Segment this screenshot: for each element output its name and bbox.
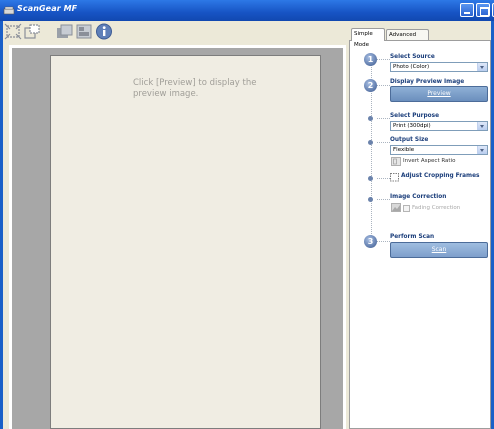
zoom-icon[interactable]: [56, 23, 74, 40]
window-title: ScanGear MF: [17, 4, 78, 13]
preview-paper[interactable]: Click [Preview] to display the preview i…: [50, 55, 321, 429]
scangear-window: ScanGear MF Click [Preview] to display t…: [0, 0, 494, 429]
preview-hint: Click [Preview] to display the preview i…: [133, 78, 257, 99]
fading-correction-checkbox[interactable]: [403, 205, 410, 212]
display-preview-label: Display Preview Image: [390, 79, 465, 85]
step-link: [377, 118, 390, 119]
preview-toolbar: [3, 21, 347, 43]
fading-correction-icon: [391, 203, 401, 212]
select-source-label: Select Source: [390, 54, 435, 60]
output-size-value: Flexible: [393, 147, 415, 153]
preview-area[interactable]: Click [Preview] to display the preview i…: [9, 45, 346, 429]
tab-advanced-mode[interactable]: Advanced Mode: [386, 29, 429, 49]
chevron-down-icon[interactable]: [477, 146, 487, 154]
select-source-dropdown[interactable]: Photo (Color): [390, 62, 488, 72]
preview-background: Click [Preview] to display the preview i…: [12, 48, 343, 429]
cropping-frame-icon[interactable]: [390, 173, 400, 182]
invert-aspect-ratio-icon[interactable]: [391, 157, 401, 166]
output-size-dropdown[interactable]: Flexible: [390, 145, 488, 155]
select-purpose-dropdown[interactable]: Print (300dpi): [390, 121, 488, 131]
perform-scan-label: Perform Scan: [390, 234, 435, 240]
maximize-button[interactable]: [476, 3, 490, 17]
step-link: [377, 241, 390, 242]
output-size-label: Output Size: [390, 137, 429, 143]
step-link: [377, 142, 390, 143]
chevron-down-icon[interactable]: [477, 63, 487, 71]
step-dot: [368, 197, 373, 202]
step-link: [377, 178, 390, 179]
settings-panel: Simple Mode Advanced Mode 1 Select Sourc…: [349, 28, 491, 429]
preview-button[interactable]: Preview: [390, 86, 488, 102]
step-link: [377, 199, 390, 200]
select-purpose-label: Select Purpose: [390, 113, 439, 119]
chevron-down-icon[interactable]: [477, 122, 487, 130]
minimize-button[interactable]: [460, 3, 474, 17]
crop-icon[interactable]: [23, 23, 41, 40]
invert-aspect-ratio-label: Invert Aspect Ratio: [403, 158, 456, 164]
auto-crop-icon[interactable]: [4, 23, 22, 40]
scanner-app-icon: [3, 6, 15, 15]
adjust-cropping-frames-label[interactable]: Adjust Cropping Frames: [401, 173, 479, 179]
step-3-badge: 3: [364, 235, 377, 248]
step-link: [377, 85, 390, 86]
client-area: Click [Preview] to display the preview i…: [3, 21, 491, 429]
step-link: [377, 59, 390, 60]
multi-crop-icon[interactable]: [75, 23, 93, 40]
step-dot: [368, 140, 373, 145]
step-1-badge: 1: [364, 53, 377, 66]
maximize-icon: [480, 7, 489, 16]
tab-simple-mode[interactable]: Simple Mode: [351, 28, 385, 48]
minimize-icon: [464, 12, 470, 14]
title-bar[interactable]: ScanGear MF: [0, 0, 494, 21]
step-dot: [368, 176, 373, 181]
simple-mode-panel: 1 Select Source Photo (Color) 2 Display …: [349, 40, 491, 429]
scan-button[interactable]: Scan: [390, 242, 488, 258]
info-icon[interactable]: [95, 23, 113, 40]
fading-correction-label: Fading Correction: [412, 205, 461, 211]
step-2-badge: 2: [364, 79, 377, 92]
select-source-value: Photo (Color): [393, 64, 430, 70]
step-dot: [368, 116, 373, 121]
image-correction-label: Image Correction: [390, 194, 447, 200]
select-purpose-value: Print (300dpi): [393, 123, 431, 129]
